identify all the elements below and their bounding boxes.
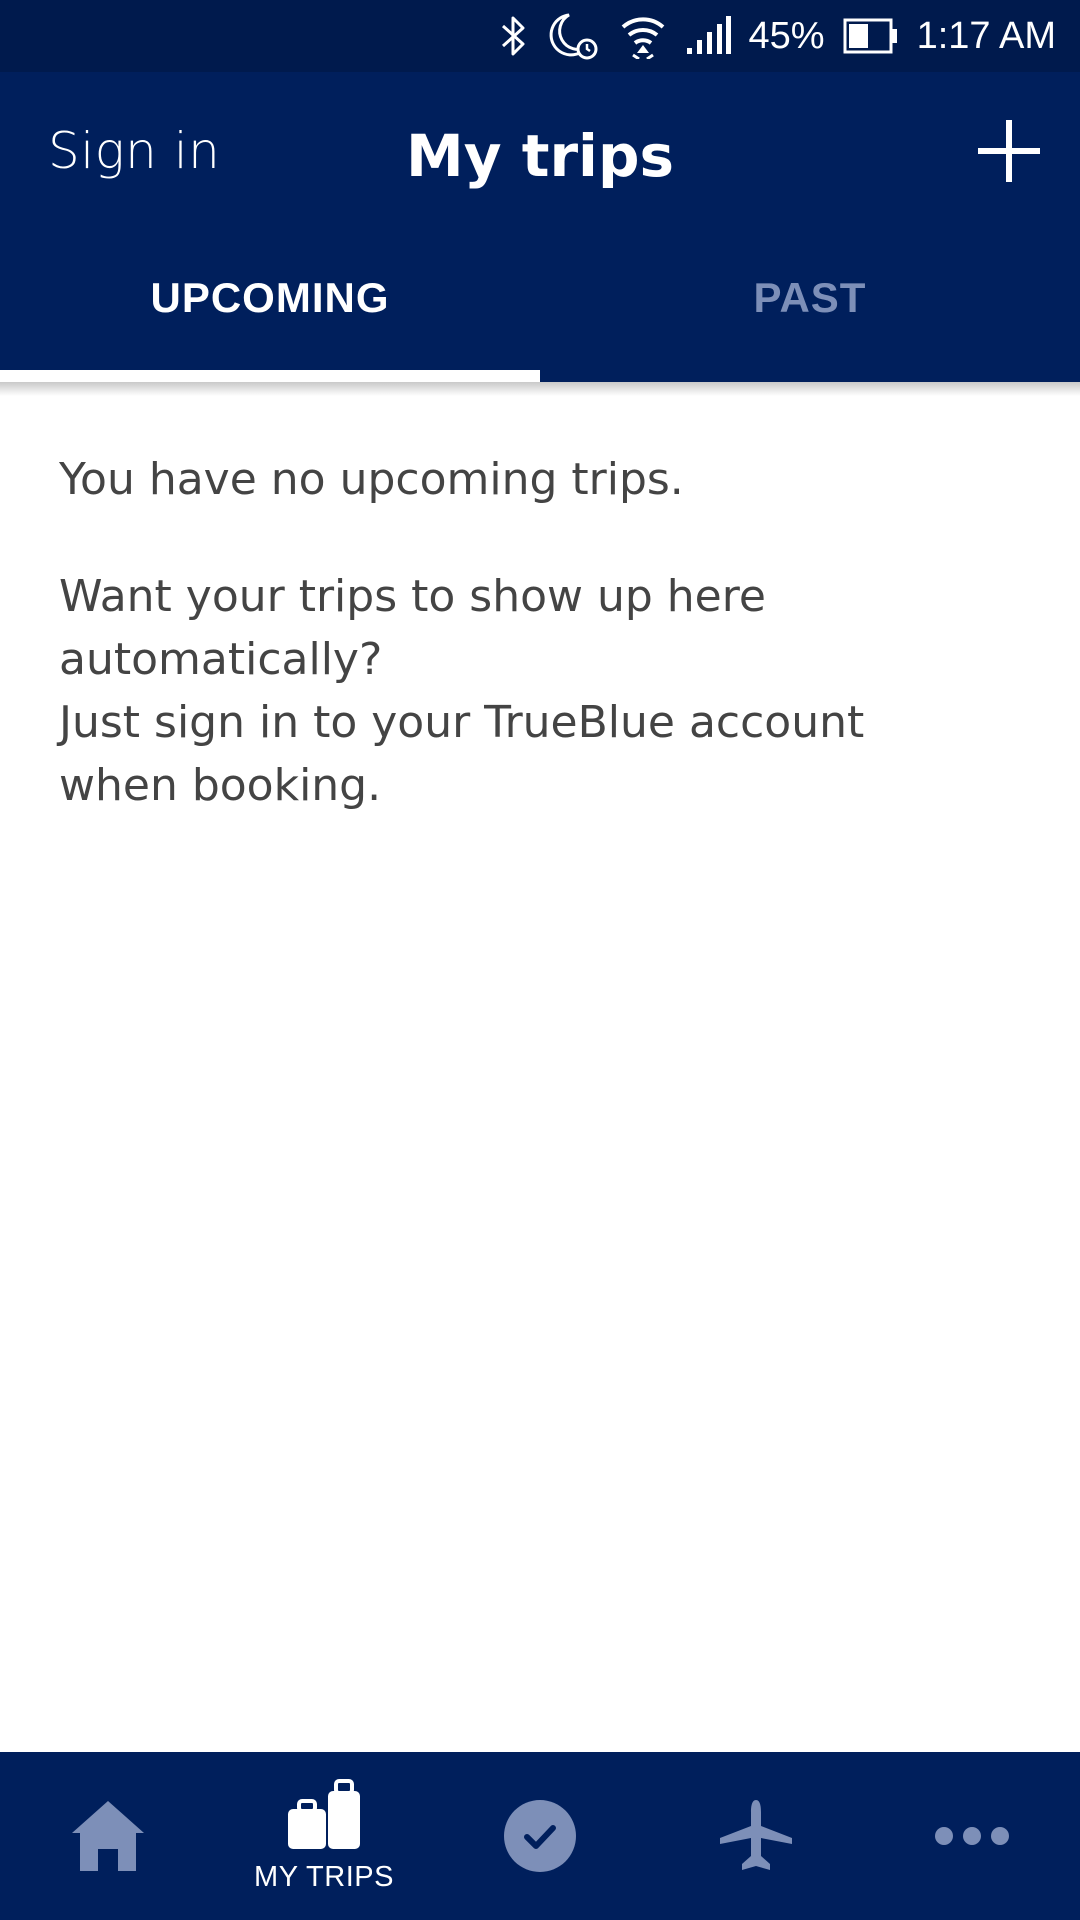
- sign-in-hint-line-3: when booking.: [59, 760, 382, 811]
- page-title: My trips: [406, 122, 674, 190]
- battery-icon: [843, 18, 899, 54]
- battery-percent: 45%: [748, 14, 825, 57]
- empty-trips-message: You have no upcoming trips.: [59, 454, 684, 505]
- luggage-icon: [286, 1778, 362, 1851]
- nav-check-in[interactable]: [432, 1752, 648, 1920]
- nav-flights[interactable]: [648, 1752, 864, 1920]
- header-shadow: [0, 382, 1080, 396]
- tab-past[interactable]: PAST: [540, 242, 1080, 382]
- trip-tabs: UPCOMING PAST: [0, 242, 1080, 382]
- nav-my-trips[interactable]: MY TRIPS: [216, 1752, 432, 1920]
- active-tab-indicator: [0, 370, 540, 382]
- signal-icon: [685, 16, 731, 56]
- bottom-nav: MY TRIPS: [0, 1752, 1080, 1920]
- plus-icon: [978, 120, 1040, 182]
- sign-in-hint-line-1: Want your trips to show up here automati…: [59, 571, 766, 685]
- airplane-icon: [718, 1798, 794, 1874]
- screen: 45% 1:17 AM Sign in My trips UPCOMING PA…: [0, 0, 1080, 1920]
- tab-upcoming[interactable]: UPCOMING: [0, 242, 540, 382]
- status-time: 1:17 AM: [916, 14, 1056, 57]
- do-not-disturb-alarm-icon: [547, 11, 601, 61]
- nav-more[interactable]: [864, 1752, 1080, 1920]
- trips-content: You have no upcoming trips. Want your tr…: [59, 448, 1019, 817]
- header-row: Sign in My trips: [0, 72, 1080, 242]
- app-header: Sign in My trips UPCOMING PAST: [0, 72, 1080, 382]
- nav-my-trips-label: MY TRIPS: [254, 1860, 394, 1893]
- sign-in-hint-line-2: Just sign in to your TrueBlue account: [59, 697, 865, 748]
- check-in-icon: [502, 1798, 578, 1874]
- add-trip-button[interactable]: [976, 118, 1042, 184]
- more-icon: [934, 1825, 1010, 1847]
- tab-upcoming-label: UPCOMING: [150, 274, 390, 321]
- nav-home[interactable]: [0, 1752, 216, 1920]
- tab-past-label: PAST: [753, 274, 867, 321]
- bluetooth-icon: [499, 14, 529, 58]
- home-icon: [70, 1799, 146, 1873]
- wifi-icon: [619, 13, 667, 59]
- status-bar: 45% 1:17 AM: [0, 0, 1080, 72]
